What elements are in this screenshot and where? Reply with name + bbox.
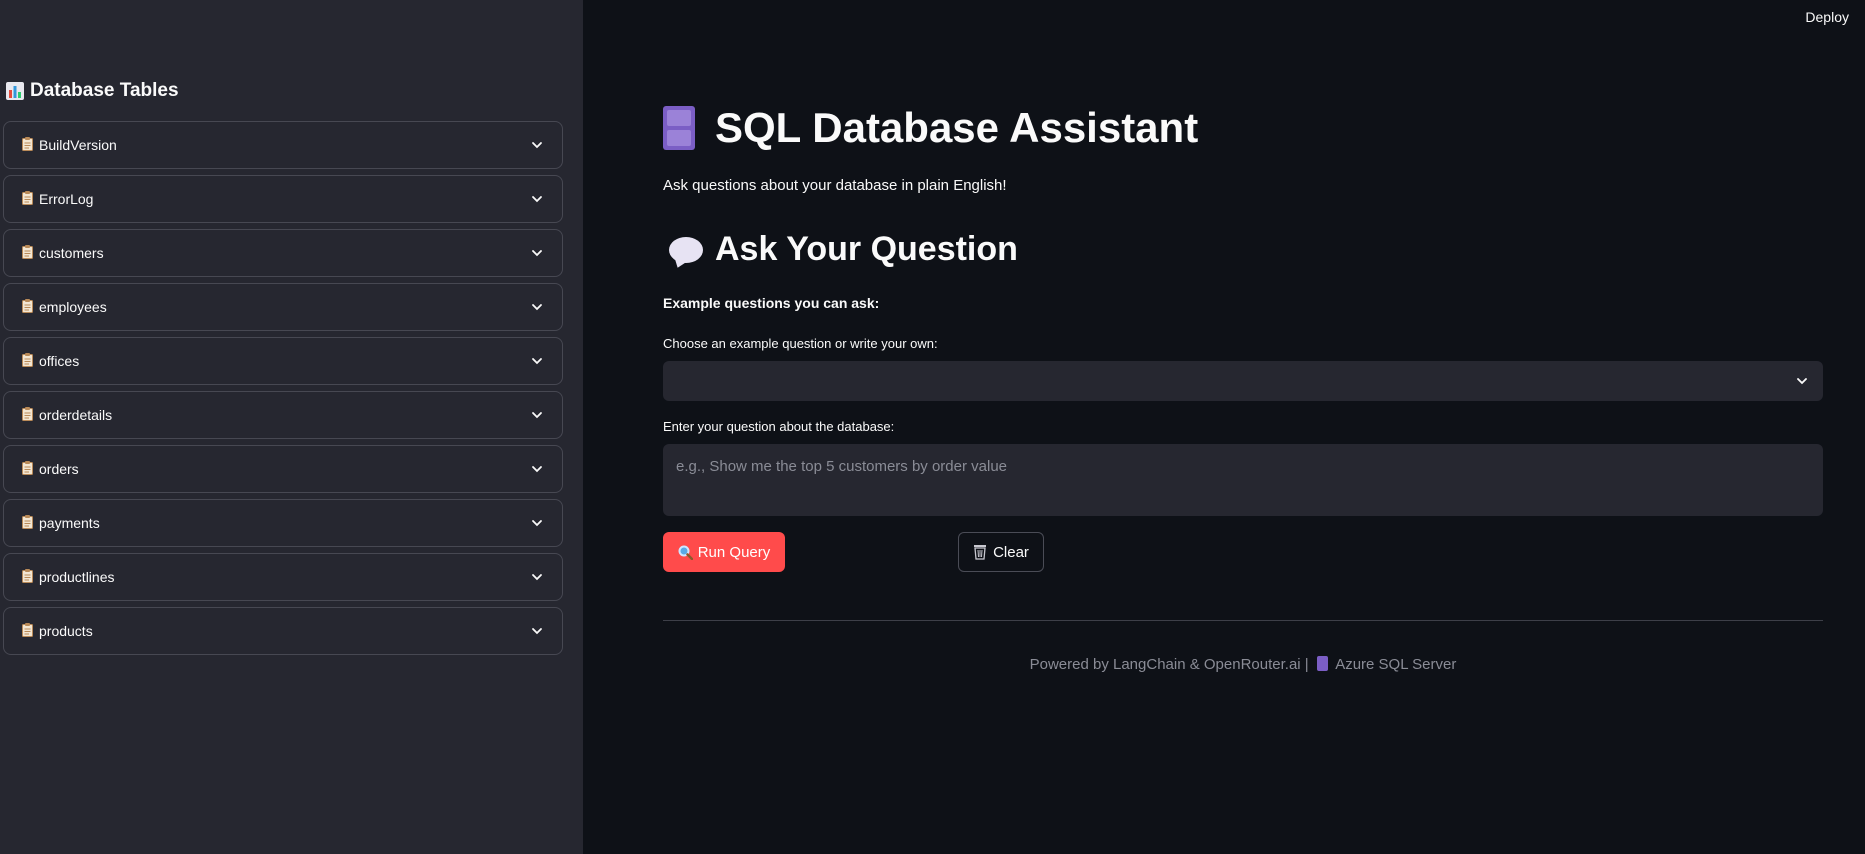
clipboard-icon [22, 514, 33, 532]
table-expander-label: orderdetails [39, 407, 113, 423]
sidebar: Database Tables BuildVersion ErrorLog cust… [0, 0, 583, 854]
chevron-down-icon [532, 304, 542, 311]
clipboard-icon [22, 406, 33, 424]
clipboard-icon [22, 568, 33, 586]
table-expander-label: orders [39, 461, 79, 477]
table-expander-label: products [39, 623, 93, 639]
table-expander[interactable]: orders [3, 445, 563, 493]
magnifier-icon [678, 545, 693, 560]
clipboard-icon [22, 244, 33, 262]
example-select-label: Choose an example question or write your… [663, 336, 938, 351]
example-question-select[interactable] [663, 361, 1823, 401]
speech-bubble-icon [669, 236, 703, 263]
chevron-down-icon [532, 250, 542, 257]
chevron-down-icon [532, 574, 542, 581]
chevron-down-icon [532, 142, 542, 149]
chevron-down-icon [1797, 378, 1807, 385]
clipboard-icon [22, 190, 33, 208]
table-expander[interactable]: BuildVersion [3, 121, 563, 169]
table-expander[interactable]: offices [3, 337, 563, 385]
table-expander-label: BuildVersion [39, 137, 117, 153]
chevron-down-icon [532, 520, 542, 527]
chevron-down-icon [532, 196, 542, 203]
table-expander-label: employees [39, 299, 107, 315]
clear-label: Clear [993, 543, 1029, 561]
chevron-down-icon [532, 412, 542, 419]
table-expander[interactable]: products [3, 607, 563, 655]
section-title-text: Ask Your Question [715, 230, 1018, 268]
divider [663, 620, 1823, 621]
clipboard-icon [22, 352, 33, 370]
sidebar-title: Database Tables [6, 80, 179, 102]
page-subtitle: Ask questions about your database in pla… [663, 177, 1007, 194]
table-expander[interactable]: productlines [3, 553, 563, 601]
table-expander[interactable]: payments [3, 499, 563, 547]
footer-suffix: Azure SQL Server [1335, 656, 1457, 673]
table-expander-label: customers [39, 245, 104, 261]
run-query-button[interactable]: Run Query [663, 532, 785, 572]
clipboard-icon [22, 460, 33, 478]
section-title: Ask Your Question [669, 230, 1018, 269]
table-expander[interactable]: employees [3, 283, 563, 331]
table-expander[interactable]: orderdetails [3, 391, 563, 439]
table-expander-label: payments [39, 515, 100, 531]
page-title: SQL Database Assistant [663, 104, 1198, 152]
clipboard-icon [22, 298, 33, 316]
examples-label: Example questions you can ask: [663, 295, 880, 311]
chevron-down-icon [532, 358, 542, 365]
clipboard-icon [22, 622, 33, 640]
table-expander-label: ErrorLog [39, 191, 94, 207]
bar-chart-icon [6, 82, 24, 100]
table-expander-label: productlines [39, 569, 115, 585]
table-expander[interactable]: customers [3, 229, 563, 277]
page-title-text: SQL Database Assistant [715, 104, 1199, 151]
sidebar-title-text: Database Tables [30, 80, 179, 101]
footer-prefix: Powered by LangChain & OpenRouter.ai | [1029, 656, 1309, 673]
table-expander-label: offices [39, 353, 80, 369]
file-cabinet-icon [1316, 656, 1328, 671]
question-input-label: Enter your question about the database: [663, 419, 895, 434]
clipboard-icon [22, 136, 33, 154]
main-content: Deploy SQL Database Assistant Ask questi… [583, 0, 1865, 854]
wastebasket-icon [974, 545, 987, 560]
chevron-down-icon [532, 466, 542, 473]
deploy-button[interactable]: Deploy [1805, 9, 1849, 25]
clear-button[interactable]: Clear [958, 532, 1044, 572]
table-expander[interactable]: ErrorLog [3, 175, 563, 223]
footer: Powered by LangChain & OpenRouter.ai | A… [663, 656, 1823, 673]
run-query-label: Run Query [697, 543, 771, 561]
chevron-down-icon [532, 628, 542, 635]
question-input[interactable] [663, 444, 1823, 516]
file-cabinet-icon [663, 106, 695, 150]
